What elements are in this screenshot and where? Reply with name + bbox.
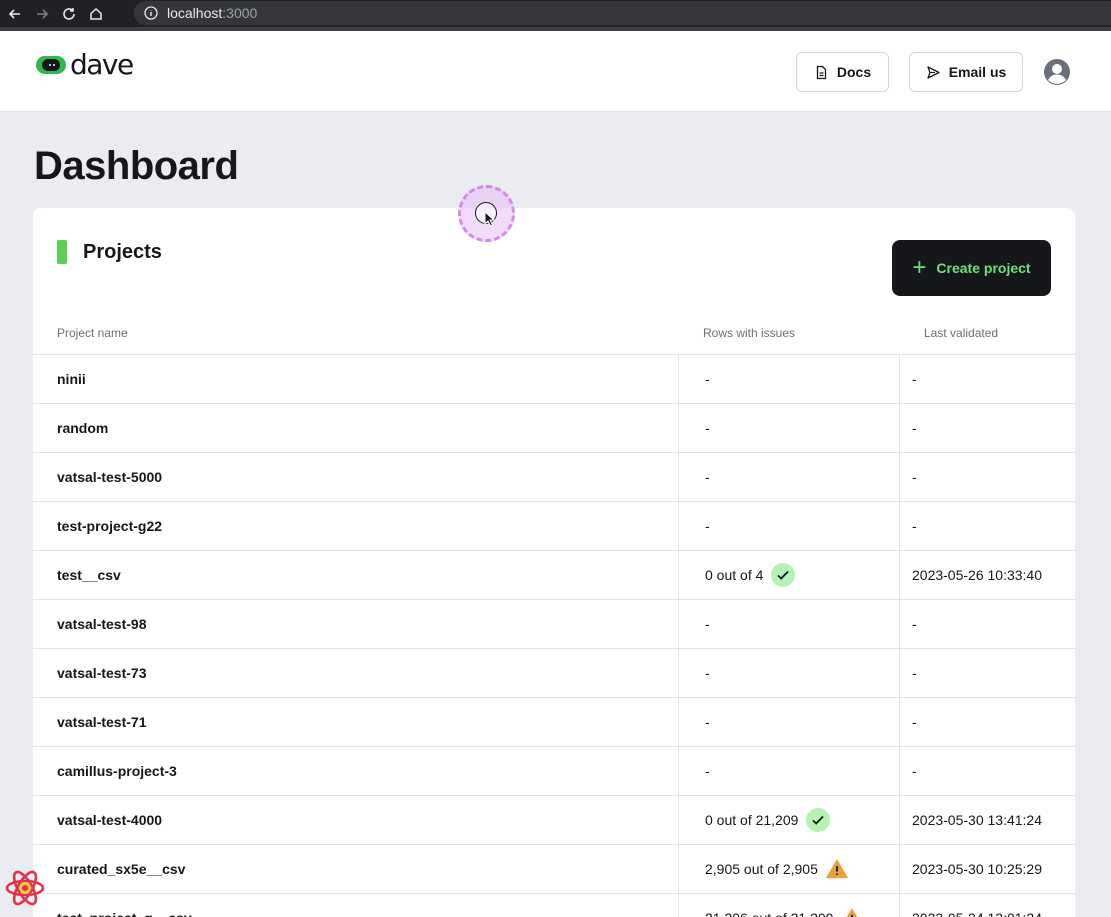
rows-with-issues-value: - <box>705 616 710 632</box>
user-avatar-icon[interactable] <box>1043 58 1071 86</box>
rows-with-issues-cell: 2,905 out of 2,905 <box>678 845 900 893</box>
project-name-cell[interactable]: vatsal-test-5000 <box>57 453 162 501</box>
email-us-label: Email us <box>948 64 1007 80</box>
project-name-cell[interactable]: test__csv <box>57 551 121 599</box>
rows-with-issues-value: - <box>705 518 710 534</box>
address-bar[interactable]: localhost:3000 <box>134 1 1111 25</box>
projects-table-body: ninii - - random - - vatsal-test-5000- - test-pr… <box>33 354 1075 917</box>
logo[interactable]: dave <box>36 48 134 81</box>
rows-with-issues-value: - <box>705 420 710 436</box>
last-validated-cell: - <box>912 616 917 632</box>
last-validated-cell: - <box>912 469 917 485</box>
rows-with-issues-value: - <box>705 371 710 387</box>
check-icon <box>771 563 796 587</box>
projects-title: Projects <box>83 241 162 263</box>
create-project-label: Create project <box>936 260 1031 276</box>
rows-with-issues-cell: - <box>678 453 900 501</box>
check-icon <box>806 808 831 832</box>
project-name-cell[interactable]: test_project_g__csv <box>57 894 192 917</box>
document-icon <box>816 65 827 79</box>
table-row[interactable]: vatsal-test-73 - - <box>33 648 1075 697</box>
project-name-cell[interactable]: ninii <box>57 355 86 403</box>
table-row[interactable]: vatsal-test-5000 - - <box>33 452 1075 501</box>
table-row[interactable]: ninii - - <box>33 354 1075 403</box>
forward-icon[interactable] <box>30 2 54 26</box>
column-header-rows-with-issues[interactable]: Rows with issues <box>703 326 795 340</box>
rows-with-issues-cell: 0 out of 21,209 <box>678 796 900 844</box>
rows-with-issues-value: 0 out of 21,209 <box>705 812 799 828</box>
project-name-cell[interactable]: vatsal-test-98 <box>57 600 147 648</box>
back-icon[interactable] <box>3 2 27 26</box>
table-row[interactable]: random - - <box>33 403 1075 452</box>
table-row[interactable]: vatsal-test-4000 0 out of 21,209 2023-05-3… <box>33 795 1075 844</box>
warning-icon <box>841 908 863 917</box>
rows-with-issues-cell: - <box>678 600 900 648</box>
rows-with-issues-value: - <box>705 665 710 681</box>
mouse-cursor-icon <box>484 211 496 227</box>
last-validated-cell: - <box>912 371 917 387</box>
rows-with-issues-value: 21,206 out of 21,209 <box>705 910 833 917</box>
rows-with-issues-cell: - <box>678 404 900 452</box>
projects-card: Projects + Create project Project name R… <box>33 208 1075 917</box>
info-icon[interactable] <box>144 6 158 20</box>
project-name-cell[interactable]: vatsal-test-73 <box>57 649 147 697</box>
table-row[interactable]: vatsal-test-71 - - <box>33 697 1075 746</box>
last-validated-cell: 2023-05-30 13:41:24 <box>912 812 1042 828</box>
rows-with-issues-value: - <box>705 469 710 485</box>
project-name-cell[interactable]: curated_sx5e__csv <box>57 845 185 893</box>
url-port: :3000 <box>222 5 258 21</box>
table-row[interactable]: vatsal-test-98 - - <box>33 599 1075 648</box>
card-accent-bar <box>57 240 67 264</box>
project-name-cell[interactable]: vatsal-test-71 <box>57 698 147 746</box>
table-row[interactable]: camillus-project-3 - - <box>33 746 1075 795</box>
rows-with-issues-cell: - <box>678 502 900 550</box>
column-header-project-name[interactable]: Project name <box>57 326 128 340</box>
rows-with-issues-cell: - <box>678 698 900 746</box>
rows-with-issues-cell: - <box>678 649 900 697</box>
reload-icon[interactable] <box>57 2 81 26</box>
table-row[interactable]: test-project-g22 - - <box>33 501 1075 550</box>
logo-text: dave <box>70 48 134 81</box>
column-header-last-validated[interactable]: Last validated <box>924 326 998 340</box>
rows-with-issues-value: 2,905 out of 2,905 <box>705 861 818 877</box>
home-icon[interactable] <box>84 2 108 26</box>
project-name-cell[interactable]: camillus-project-3 <box>57 747 177 795</box>
email-us-button[interactable]: Email us <box>909 52 1023 92</box>
table-row[interactable]: test__csv 0 out of 4 2023-05-26 10:33:40 <box>33 550 1075 599</box>
table-row[interactable]: test_project_g__csv 21,206 out of 21,209 2… <box>33 893 1075 917</box>
docs-button[interactable]: Docs <box>796 52 889 92</box>
last-validated-cell: - <box>912 763 917 779</box>
rows-with-issues-cell: 21,206 out of 21,209 <box>678 894 900 917</box>
project-name-cell[interactable]: test-project-g22 <box>57 502 162 550</box>
last-validated-cell: 2023-05-26 10:33:40 <box>912 567 1042 583</box>
react-devtools-icon[interactable] <box>4 868 46 908</box>
last-validated-cell: 2023-05-30 10:25:29 <box>912 861 1042 877</box>
project-name-cell[interactable]: random <box>57 404 108 452</box>
plus-icon: + <box>912 254 927 281</box>
last-validated-cell: - <box>912 420 917 436</box>
docs-label: Docs <box>836 64 872 80</box>
rows-with-issues-cell: 0 out of 4 <box>678 551 900 599</box>
warning-icon <box>826 859 848 879</box>
create-project-button[interactable]: + Create project <box>892 240 1051 296</box>
last-validated-cell: - <box>912 665 917 681</box>
last-validated-cell: - <box>912 518 917 534</box>
rows-with-issues-value: - <box>705 763 710 779</box>
send-icon <box>927 65 940 79</box>
last-validated-cell: 2023-05-24 13:01:24 <box>912 894 1042 917</box>
rows-with-issues-cell: - <box>678 355 900 403</box>
logo-icon <box>36 56 66 74</box>
page-title: Dashboard <box>34 144 239 188</box>
url-host: localhost <box>167 5 223 21</box>
rows-with-issues-value: 0 out of 4 <box>705 567 764 583</box>
table-row[interactable]: curated_sx5e__csv 2,905 out of 2,905 2023-… <box>33 844 1075 893</box>
last-validated-cell: - <box>912 714 917 730</box>
project-name-cell[interactable]: vatsal-test-4000 <box>57 796 162 844</box>
app-header: dave Docs Email us <box>0 31 1111 112</box>
rows-with-issues-cell: - <box>678 747 900 795</box>
rows-with-issues-value: - <box>705 714 710 730</box>
